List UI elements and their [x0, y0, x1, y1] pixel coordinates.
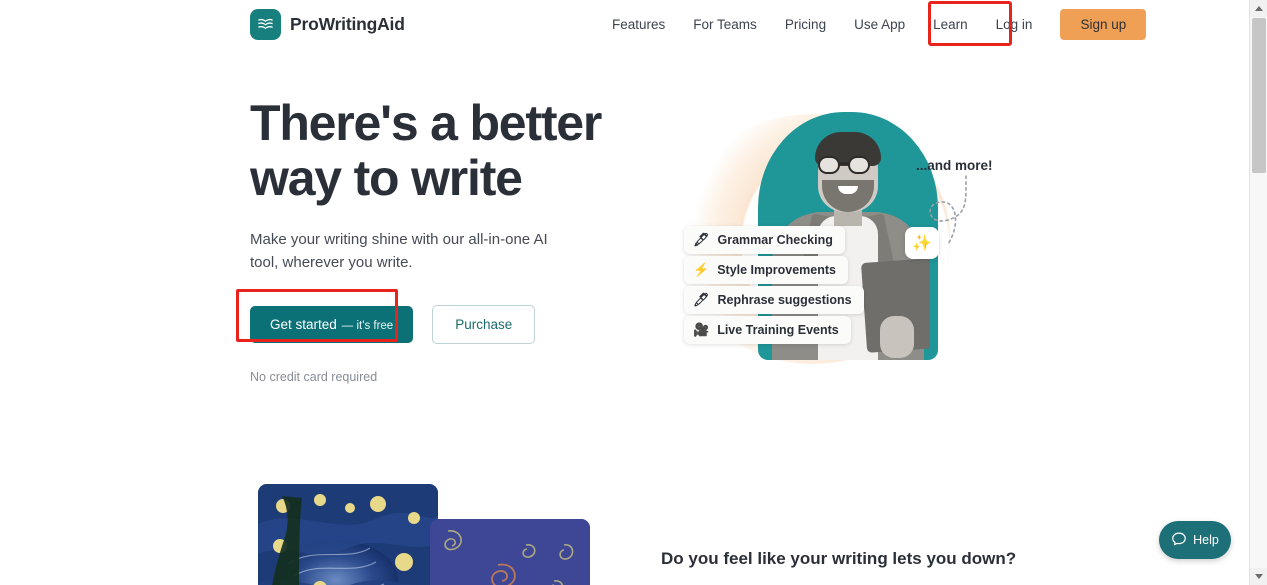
starry-night-painting [258, 484, 438, 585]
feature-pill-label: Live Training Events [717, 323, 839, 337]
chat-bubble-icon [1171, 531, 1187, 550]
nav-pricing[interactable]: Pricing [771, 0, 840, 49]
feature-pill-rephrase-suggestions: 🖊 Rephrase suggestions [684, 286, 864, 314]
sign-up-button[interactable]: Sign up [1060, 9, 1147, 40]
no-credit-card-note: No credit card required [250, 369, 378, 384]
headline-line-1: There's a better [250, 95, 602, 151]
pencil-icon: 🖋 [693, 232, 710, 247]
blue-swirls-artwork [430, 519, 590, 585]
site-header: ProWritingAid Features For Teams Pricing… [0, 0, 1249, 49]
nav-learn[interactable]: Learn [919, 0, 982, 49]
page-viewport: ProWritingAid Features For Teams Pricing… [0, 0, 1249, 585]
feature-pill-grammar-checking: 🖋 Grammar Checking [684, 226, 845, 254]
feature-pill-live-training-events: 🎥 Live Training Events [684, 316, 851, 344]
feature-pill-style-improvements: ⚡ Style Improvements [684, 256, 848, 284]
help-widget-label: Help [1193, 533, 1219, 547]
feature-pill-label: Style Improvements [717, 263, 836, 277]
chevron-down-icon [1254, 574, 1263, 579]
and-more-label: ...and more! [916, 158, 993, 173]
purchase-button[interactable]: Purchase [432, 304, 536, 344]
headline-line-2: way to write [250, 150, 523, 206]
feature-pill-label: Rephrase suggestions [717, 293, 852, 307]
nav-log-in[interactable]: Log in [982, 0, 1047, 49]
cta-row: Get started — it's free Purchase [250, 304, 610, 344]
hero-subheading: Make your writing shine with our all-in-… [250, 228, 570, 275]
hero-content: There's a better way to write Make your … [250, 96, 610, 384]
scrollbar-thumb[interactable] [1252, 18, 1266, 173]
chevron-up-icon [1254, 6, 1263, 11]
scroll-down-button[interactable] [1250, 568, 1267, 585]
signup-wrapper: Sign up [1060, 9, 1147, 40]
page-title: There's a better way to write [250, 96, 610, 206]
feature-pill-label: Grammar Checking [717, 233, 833, 247]
get-started-label: Get started [270, 316, 337, 332]
get-started-button[interactable]: Get started — it's free [250, 305, 414, 343]
brand-logo[interactable]: ProWritingAid [250, 9, 405, 40]
nav-use-app[interactable]: Use App [840, 0, 919, 49]
nav-features[interactable]: Features [598, 0, 679, 49]
help-widget-button[interactable]: Help [1159, 521, 1231, 559]
magic-wand-icon: 🖊 [693, 292, 710, 307]
nav-for-teams[interactable]: For Teams [679, 0, 771, 49]
main-nav: Features For Teams Pricing Use App Learn… [598, 0, 1147, 49]
lightning-icon: ⚡ [693, 262, 710, 277]
lower-section-heading: Do you feel like your writing lets you d… [661, 549, 1017, 568]
page-scrollbar[interactable] [1249, 0, 1267, 585]
scroll-up-button[interactable] [1250, 0, 1267, 17]
video-camera-icon: 🎥 [693, 322, 710, 337]
brand-name: ProWritingAid [290, 14, 405, 34]
hero-illustration: ✨ ...and more! 🖋 Grammar Checking ⚡ Styl… [640, 92, 1040, 382]
get-started-sublabel: — it's free [341, 319, 394, 332]
book-logo-icon [250, 9, 281, 40]
subhead-line-2: wherever you write. [282, 254, 413, 272]
dotted-arrow-icon [929, 175, 967, 245]
